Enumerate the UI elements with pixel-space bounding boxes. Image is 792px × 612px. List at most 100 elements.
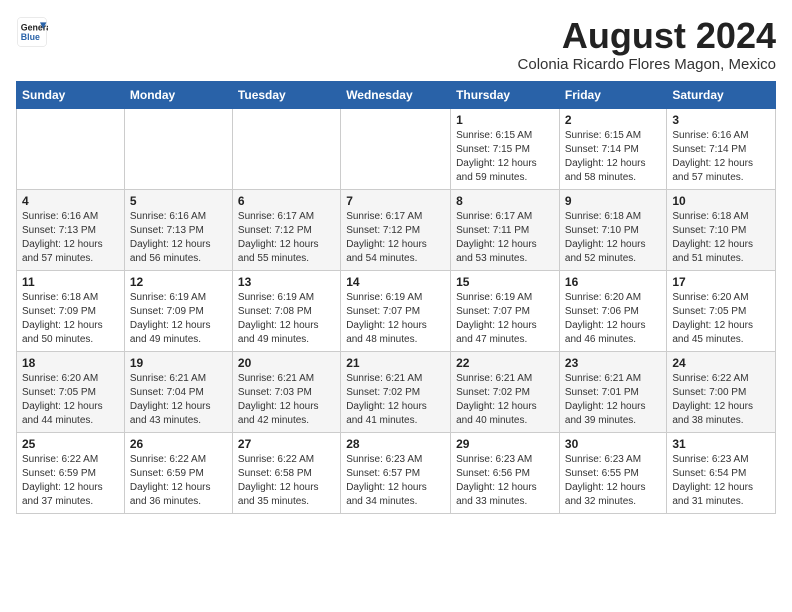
day-number: 25: [22, 437, 119, 451]
day-number: 26: [130, 437, 227, 451]
day-number: 27: [238, 437, 335, 451]
calendar-cell: 27 Sunrise: 6:22 AM Sunset: 6:58 PM Dayli…: [232, 432, 340, 513]
calendar-cell: 13 Sunrise: 6:19 AM Sunset: 7:08 PM Dayli…: [232, 270, 340, 351]
day-number: 10: [672, 194, 770, 208]
calendar-cell: 18 Sunrise: 6:20 AM Sunset: 7:05 PM Dayli…: [17, 351, 125, 432]
day-number: 13: [238, 275, 335, 289]
day-number: 31: [672, 437, 770, 451]
calendar-week-row: 25 Sunrise: 6:22 AM Sunset: 6:59 PM Dayli…: [17, 432, 776, 513]
day-info: Sunrise: 6:22 AM Sunset: 6:58 PM Dayligh…: [238, 453, 335, 509]
day-number: 18: [22, 356, 119, 370]
calendar-cell: 6 Sunrise: 6:17 AM Sunset: 7:12 PM Daylig…: [232, 189, 340, 270]
calendar-cell: 1Sunrise: 6:15 AM Sunset: 7:15 PM Daylig…: [451, 108, 560, 189]
day-info: Sunrise: 6:17 AM Sunset: 7:12 PM Dayligh…: [346, 210, 445, 266]
calendar-cell: 10Sunrise: 6:18 AM Sunset: 7:10 PM Dayli…: [667, 189, 776, 270]
day-info: Sunrise: 6:22 AM Sunset: 7:00 PM Dayligh…: [672, 372, 770, 428]
day-number: 11: [22, 275, 119, 289]
weekday-header-cell: Friday: [559, 81, 666, 108]
calendar-cell: 30Sunrise: 6:23 AM Sunset: 6:55 PM Dayli…: [559, 432, 666, 513]
day-number: 15: [456, 275, 554, 289]
svg-text:Blue: Blue: [21, 32, 40, 42]
weekday-header-cell: Monday: [124, 81, 232, 108]
day-info: Sunrise: 6:16 AM Sunset: 7:14 PM Dayligh…: [672, 129, 770, 185]
day-info: Sunrise: 6:20 AM Sunset: 7:06 PM Dayligh…: [565, 291, 661, 347]
day-info: Sunrise: 6:21 AM Sunset: 7:01 PM Dayligh…: [565, 372, 661, 428]
calendar-cell: [232, 108, 340, 189]
day-info: Sunrise: 6:17 AM Sunset: 7:12 PM Dayligh…: [238, 210, 335, 266]
calendar-cell: 3 Sunrise: 6:16 AM Sunset: 7:14 PM Daylig…: [667, 108, 776, 189]
calendar-cell: 28 Sunrise: 6:23 AM Sunset: 6:57 PM Dayli…: [341, 432, 451, 513]
day-info: Sunrise: 6:19 AM Sunset: 7:08 PM Dayligh…: [238, 291, 335, 347]
day-number: 17: [672, 275, 770, 289]
day-info: Sunrise: 6:19 AM Sunset: 7:09 PM Dayligh…: [130, 291, 227, 347]
calendar-cell: 22 Sunrise: 6:21 AM Sunset: 7:02 PM Dayli…: [451, 351, 560, 432]
day-info: Sunrise: 6:21 AM Sunset: 7:03 PM Dayligh…: [238, 372, 335, 428]
day-number: 6: [238, 194, 335, 208]
location: Colonia Ricardo Flores Magon, Mexico: [518, 56, 776, 73]
weekday-header-cell: Wednesday: [341, 81, 451, 108]
weekday-header-cell: Tuesday: [232, 81, 340, 108]
day-number: 29: [456, 437, 554, 451]
logo: General Blue: [16, 16, 48, 48]
calendar-cell: 11 Sunrise: 6:18 AM Sunset: 7:09 PM Dayli…: [17, 270, 125, 351]
day-number: 21: [346, 356, 445, 370]
day-info: Sunrise: 6:22 AM Sunset: 6:59 PM Dayligh…: [130, 453, 227, 509]
calendar-cell: 19Sunrise: 6:21 AM Sunset: 7:04 PM Dayli…: [124, 351, 232, 432]
calendar-cell: 14Sunrise: 6:19 AM Sunset: 7:07 PM Dayli…: [341, 270, 451, 351]
day-number: 3: [672, 113, 770, 127]
day-info: Sunrise: 6:21 AM Sunset: 7:02 PM Dayligh…: [346, 372, 445, 428]
calendar-cell: 7 Sunrise: 6:17 AM Sunset: 7:12 PM Daylig…: [341, 189, 451, 270]
day-info: Sunrise: 6:21 AM Sunset: 7:02 PM Dayligh…: [456, 372, 554, 428]
day-info: Sunrise: 6:19 AM Sunset: 7:07 PM Dayligh…: [346, 291, 445, 347]
day-info: Sunrise: 6:22 AM Sunset: 6:59 PM Dayligh…: [22, 453, 119, 509]
day-info: Sunrise: 6:23 AM Sunset: 6:55 PM Dayligh…: [565, 453, 661, 509]
day-info: Sunrise: 6:20 AM Sunset: 7:05 PM Dayligh…: [22, 372, 119, 428]
day-info: Sunrise: 6:17 AM Sunset: 7:11 PM Dayligh…: [456, 210, 554, 266]
day-info: Sunrise: 6:18 AM Sunset: 7:10 PM Dayligh…: [565, 210, 661, 266]
weekday-header-row: SundayMondayTuesdayWednesdayThursdayFrid…: [17, 81, 776, 108]
calendar-week-row: 18 Sunrise: 6:20 AM Sunset: 7:05 PM Dayli…: [17, 351, 776, 432]
day-info: Sunrise: 6:16 AM Sunset: 7:13 PM Dayligh…: [22, 210, 119, 266]
calendar-week-row: 11 Sunrise: 6:18 AM Sunset: 7:09 PM Dayli…: [17, 270, 776, 351]
day-number: 1: [456, 113, 554, 127]
day-number: 24: [672, 356, 770, 370]
day-number: 20: [238, 356, 335, 370]
calendar-cell: [341, 108, 451, 189]
calendar-cell: 16 Sunrise: 6:20 AM Sunset: 7:06 PM Dayli…: [559, 270, 666, 351]
day-number: 28: [346, 437, 445, 451]
day-info: Sunrise: 6:21 AM Sunset: 7:04 PM Dayligh…: [130, 372, 227, 428]
day-number: 2: [565, 113, 661, 127]
day-number: 5: [130, 194, 227, 208]
day-info: Sunrise: 6:16 AM Sunset: 7:13 PM Dayligh…: [130, 210, 227, 266]
calendar-cell: 24 Sunrise: 6:22 AM Sunset: 7:00 PM Dayli…: [667, 351, 776, 432]
weekday-header-cell: Saturday: [667, 81, 776, 108]
calendar-cell: 5 Sunrise: 6:16 AM Sunset: 7:13 PM Daylig…: [124, 189, 232, 270]
calendar-cell: 29Sunrise: 6:23 AM Sunset: 6:56 PM Dayli…: [451, 432, 560, 513]
calendar-cell: 20 Sunrise: 6:21 AM Sunset: 7:03 PM Dayli…: [232, 351, 340, 432]
day-number: 7: [346, 194, 445, 208]
calendar-cell: 26 Sunrise: 6:22 AM Sunset: 6:59 PM Dayli…: [124, 432, 232, 513]
day-number: 16: [565, 275, 661, 289]
calendar-cell: 17 Sunrise: 6:20 AM Sunset: 7:05 PM Dayli…: [667, 270, 776, 351]
day-number: 9: [565, 194, 661, 208]
calendar-cell: 23 Sunrise: 6:21 AM Sunset: 7:01 PM Dayli…: [559, 351, 666, 432]
day-info: Sunrise: 6:23 AM Sunset: 6:57 PM Dayligh…: [346, 453, 445, 509]
day-number: 23: [565, 356, 661, 370]
calendar-week-row: 1Sunrise: 6:15 AM Sunset: 7:15 PM Daylig…: [17, 108, 776, 189]
day-number: 8: [456, 194, 554, 208]
month-year: August 2024: [518, 16, 776, 56]
day-number: 12: [130, 275, 227, 289]
calendar-cell: 25 Sunrise: 6:22 AM Sunset: 6:59 PM Dayli…: [17, 432, 125, 513]
page-header: General Blue August 2024 Colonia Ricardo…: [16, 16, 776, 73]
day-info: Sunrise: 6:20 AM Sunset: 7:05 PM Dayligh…: [672, 291, 770, 347]
calendar-cell: [17, 108, 125, 189]
calendar-cell: 9 Sunrise: 6:18 AM Sunset: 7:10 PM Daylig…: [559, 189, 666, 270]
calendar-cell: 15Sunrise: 6:19 AM Sunset: 7:07 PM Dayli…: [451, 270, 560, 351]
calendar-cell: 4Sunrise: 6:16 AM Sunset: 7:13 PM Daylig…: [17, 189, 125, 270]
calendar-body: 1Sunrise: 6:15 AM Sunset: 7:15 PM Daylig…: [17, 108, 776, 513]
calendar-cell: 8 Sunrise: 6:17 AM Sunset: 7:11 PM Daylig…: [451, 189, 560, 270]
day-number: 22: [456, 356, 554, 370]
calendar-cell: [124, 108, 232, 189]
calendar-cell: 2Sunrise: 6:15 AM Sunset: 7:14 PM Daylig…: [559, 108, 666, 189]
day-info: Sunrise: 6:18 AM Sunset: 7:09 PM Dayligh…: [22, 291, 119, 347]
